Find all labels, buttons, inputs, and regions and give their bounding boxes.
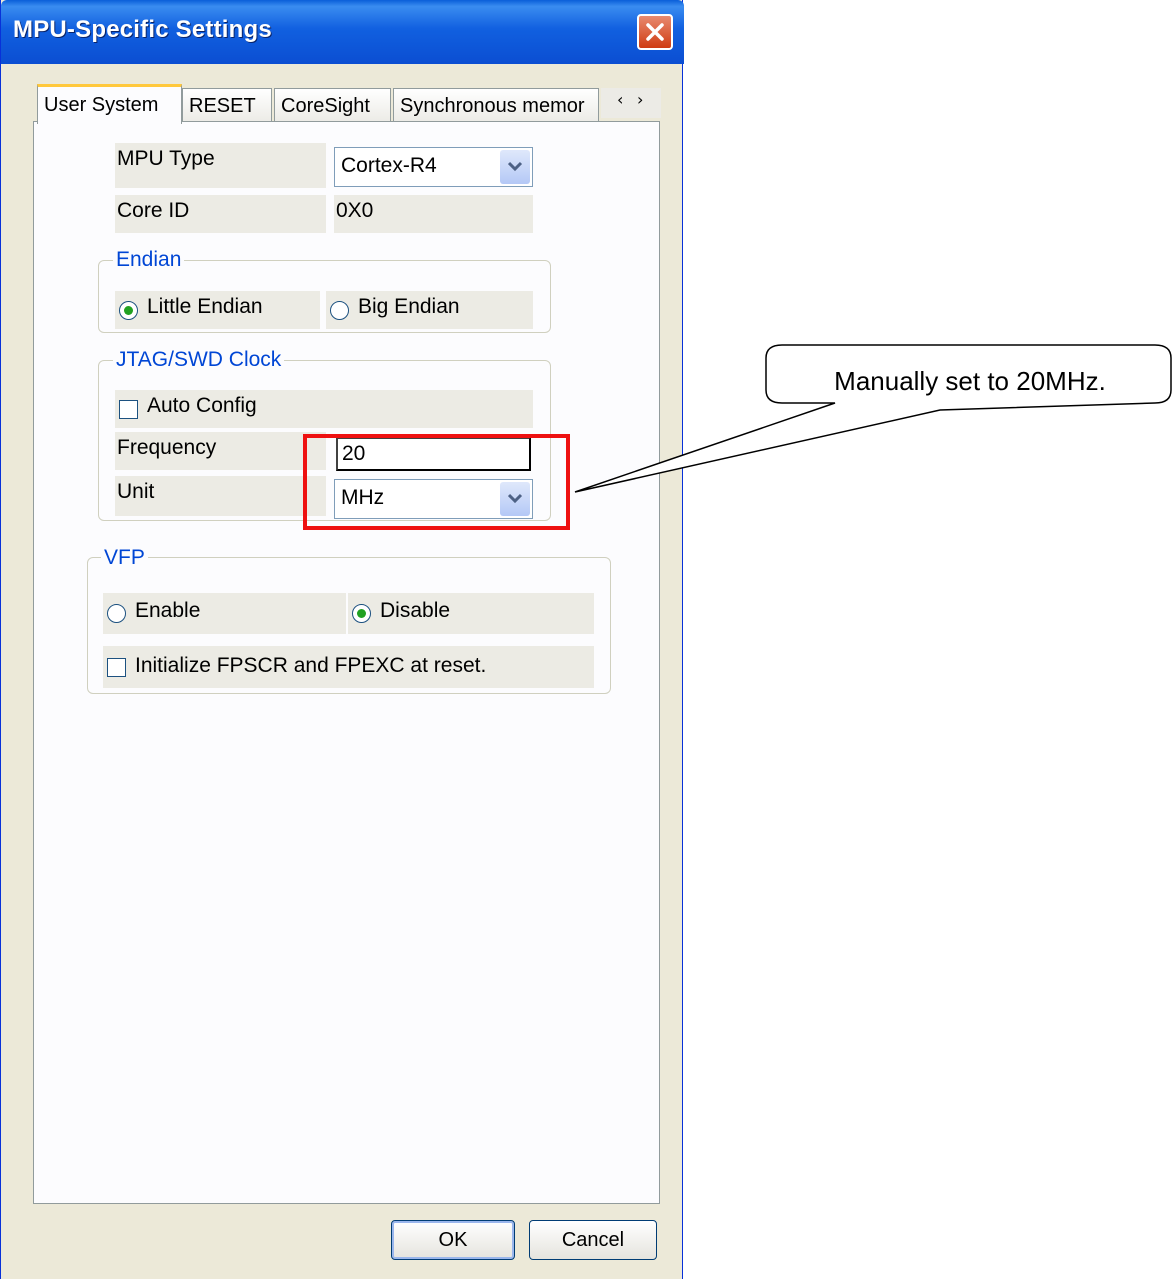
tab-label: User System: [44, 94, 159, 116]
annotation-callout: Manually set to 20MHz.: [834, 366, 1106, 396]
callout-shape: [574, 344, 1172, 493]
tab-user-system[interactable]: User System: [37, 84, 182, 124]
